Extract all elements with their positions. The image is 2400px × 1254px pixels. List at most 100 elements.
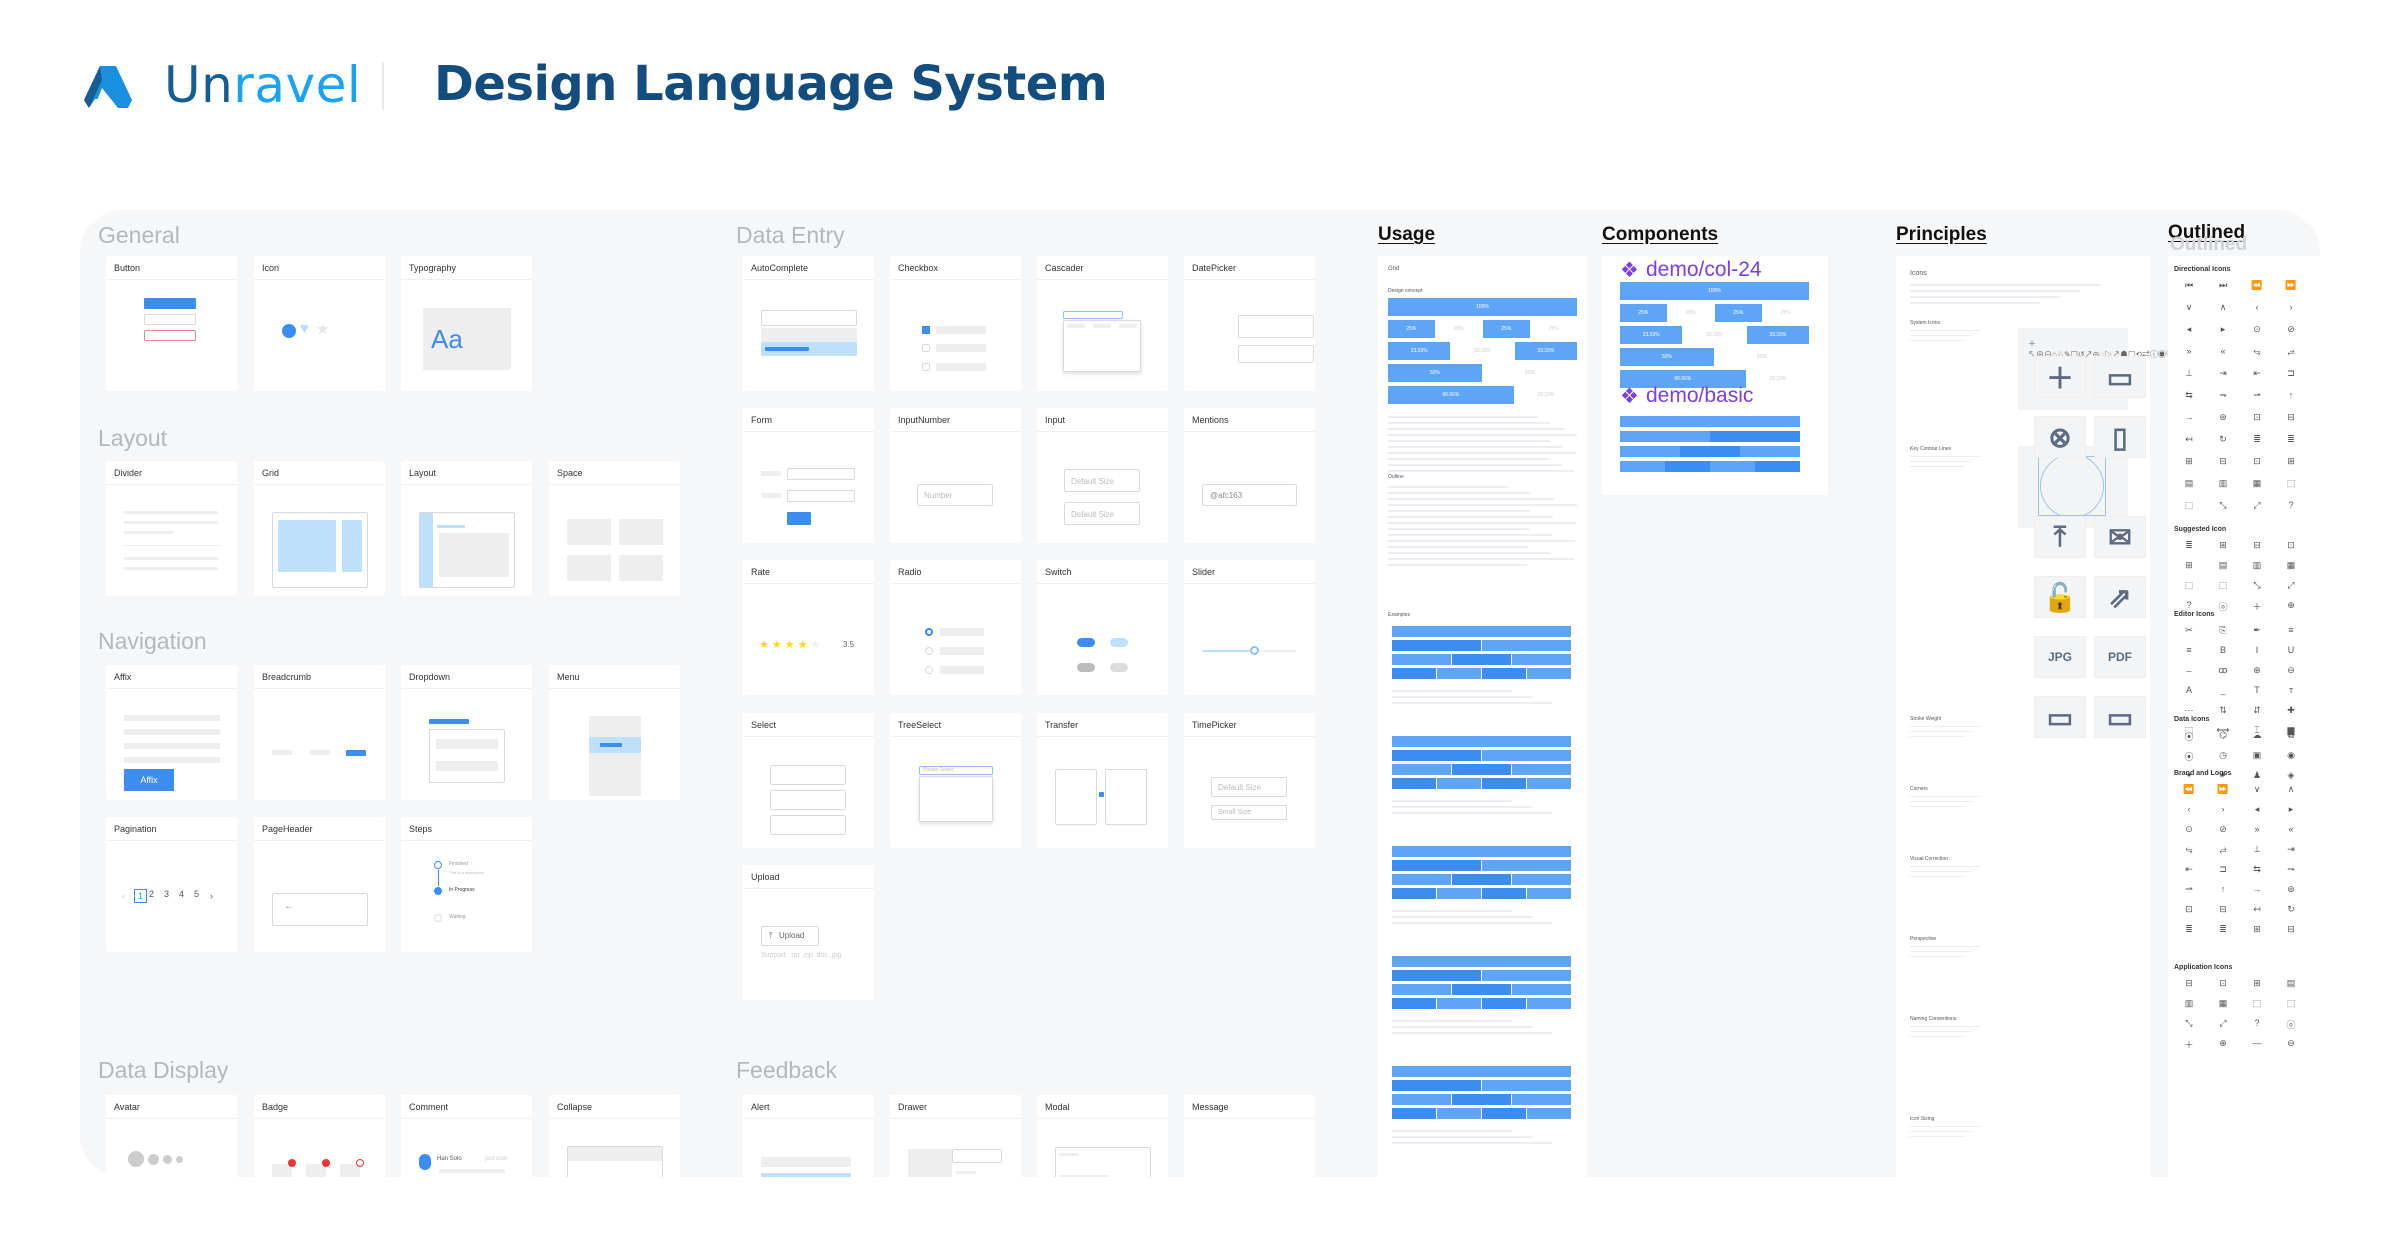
component-card-input[interactable]: Input Default Size Default Size	[1037, 408, 1168, 543]
outlined-icon[interactable]: ↻	[2280, 904, 2302, 918]
outlined-icon[interactable]: ⊟	[2280, 412, 2302, 426]
outlined-icon[interactable]: »	[2178, 346, 2200, 360]
outlined-icon[interactable]: —	[2246, 1038, 2268, 1052]
outlined-icon[interactable]: ✒	[2246, 625, 2268, 639]
outlined-icon[interactable]: ›	[2212, 804, 2234, 818]
component-card-switch[interactable]: Switch	[1037, 560, 1168, 695]
component-card-upload[interactable]: Upload ⤒ Upload Support: .rar .zip .doc .j…	[743, 865, 874, 1000]
outlined-icon[interactable]: ⬚	[2280, 478, 2302, 492]
outlined-icon[interactable]: ⓞ	[2280, 1018, 2302, 1032]
outlined-icon[interactable]: ⊟	[2280, 924, 2302, 938]
outlined-icon[interactable]: ∧	[2280, 784, 2302, 798]
outlined-icon[interactable]: ⥄	[2280, 346, 2302, 360]
outlined-icon[interactable]: ⏪	[2246, 280, 2268, 294]
component-card-message[interactable]: Message	[1184, 1095, 1315, 1177]
outlined-icon[interactable]: ♟	[2246, 770, 2268, 784]
outlined-icon[interactable]: ⊐	[2280, 368, 2302, 382]
outlined-icon[interactable]: ⊥	[2178, 368, 2200, 382]
outlined-icon[interactable]: ✚	[2280, 705, 2302, 719]
outlined-icon[interactable]: ⤢	[2212, 1018, 2234, 1032]
outlined-icon[interactable]: ⊞	[2178, 456, 2200, 470]
outlined-icon[interactable]: »	[2246, 824, 2268, 838]
outlined-icon[interactable]: ▦	[2246, 478, 2268, 492]
outlined-icon[interactable]: ↤	[2178, 434, 2200, 448]
outlined-icon[interactable]: ⊡	[2212, 978, 2234, 992]
outlined-icon[interactable]: I	[2246, 645, 2268, 659]
outlined-icon[interactable]: ∧	[2212, 302, 2234, 316]
outlined-icon[interactable]: ̶	[2178, 665, 2200, 679]
component-card-cascader[interactable]: Cascader	[1037, 256, 1168, 391]
outlined-icon[interactable]: ⦿	[2178, 750, 2200, 764]
component-card-icon[interactable]: Icon ♥ ★	[254, 256, 385, 391]
outlined-icon[interactable]: ▥	[2178, 998, 2200, 1012]
component-card-collapse[interactable]: Collapse	[549, 1095, 680, 1177]
component-card-comment[interactable]: Comment Han Solo just now	[401, 1095, 532, 1177]
outlined-icon[interactable]: ⊙	[2246, 324, 2268, 338]
outlined-icon[interactable]: ◈	[2280, 770, 2302, 784]
outlined-icon[interactable]: ⤢	[2246, 500, 2268, 514]
component-card-pagination[interactable]: Pagination ‹ 1 2 3 4 5 ›	[106, 817, 237, 952]
outlined-icon[interactable]: ⤡	[2212, 500, 2234, 514]
outlined-icon[interactable]: ▤	[2280, 978, 2302, 992]
outlined-icon[interactable]: «	[2212, 346, 2234, 360]
outlined-icon[interactable]: ⇁	[2212, 390, 2234, 404]
outlined-icon[interactable]: ⊞	[2246, 978, 2268, 992]
outlined-icon[interactable]: ⊞	[2212, 540, 2234, 554]
outlined-icon[interactable]: ⥃	[2246, 346, 2268, 360]
outlined-icon[interactable]: ▤	[2178, 478, 2200, 492]
outlined-icon[interactable]: →	[2246, 884, 2268, 898]
component-card-space[interactable]: Space	[549, 461, 680, 596]
outlined-icon[interactable]: ⬚	[2178, 500, 2200, 514]
outlined-icon[interactable]: ≣	[2212, 924, 2234, 938]
outlined-icon[interactable]: ⇀	[2178, 884, 2200, 898]
outlined-icon[interactable]: ⇆	[2246, 864, 2268, 878]
component-card-slider[interactable]: Slider	[1184, 560, 1315, 695]
outlined-icon[interactable]: U	[2280, 645, 2302, 659]
outlined-icon[interactable]: ⬚	[2178, 580, 2200, 594]
principles-tab[interactable]: Principles	[1896, 224, 1987, 246]
outlined-icon[interactable]: ⊞	[2246, 924, 2268, 938]
outlined-icon[interactable]: A	[2178, 685, 2200, 699]
outlined-icon[interactable]: ▣	[2246, 750, 2268, 764]
outlined-icon[interactable]: ◷	[2212, 750, 2234, 764]
outlined-icon[interactable]: ⊡	[2178, 904, 2200, 918]
outlined-icon[interactable]: ⊡	[2246, 412, 2268, 426]
outlined-icon[interactable]: ⬚	[2280, 998, 2302, 1012]
outlined-icon[interactable]: ⏩	[2280, 280, 2302, 294]
outlined-icon[interactable]: ⊕	[2280, 600, 2302, 614]
outlined-icon[interactable]: ⇤	[2178, 864, 2200, 878]
component-card-transfer[interactable]: Transfer	[1037, 713, 1168, 848]
outlined-icon[interactable]: ⧉	[2280, 730, 2302, 744]
component-card-checkbox[interactable]: Checkbox	[890, 256, 1021, 391]
outlined-icon[interactable]: ⊕	[2212, 1038, 2234, 1052]
outlined-icon[interactable]: ∨	[2178, 302, 2200, 316]
component-card-inputnumber[interactable]: InputNumber Number	[890, 408, 1021, 543]
outlined-icon[interactable]: ⦿	[2178, 730, 2200, 744]
outlined-icon[interactable]: ＋	[2246, 600, 2268, 614]
outlined-icon[interactable]: ＋	[2178, 1038, 2200, 1052]
outlined-icon[interactable]: ›	[2280, 302, 2302, 316]
component-card-alert[interactable]: Alert	[743, 1095, 874, 1177]
outlined-icon[interactable]: ≣	[2246, 434, 2268, 448]
outlined-icon[interactable]: ⤡	[2178, 1018, 2200, 1032]
outlined-icon[interactable]: ⇅	[2212, 705, 2234, 719]
outlined-icon[interactable]: ⇀	[2246, 390, 2268, 404]
component-card-typography[interactable]: Typography Aa	[401, 256, 532, 391]
outlined-icon[interactable]: ̲	[2212, 685, 2234, 699]
outlined-icon[interactable]: ⌬	[2212, 730, 2234, 744]
outlined-icon[interactable]: ▸	[2212, 324, 2234, 338]
component-card-menu[interactable]: Menu	[549, 665, 680, 800]
outlined-icon[interactable]: ⊟	[2212, 456, 2234, 470]
outlined-icon[interactable]: ◉	[2280, 750, 2302, 764]
outlined-icon[interactable]: ⇁	[2280, 864, 2302, 878]
component-card-steps[interactable]: Steps Finished This is a description In Pro…	[401, 817, 532, 952]
outlined-icon[interactable]: ⓞ	[2212, 600, 2234, 614]
outlined-icon[interactable]: ⎘	[2212, 625, 2234, 639]
outlined-icon[interactable]: ◂	[2178, 324, 2200, 338]
outlined-icon[interactable]: ⊥	[2246, 844, 2268, 858]
outlined-icon[interactable]: ⊛	[2212, 412, 2234, 426]
component-card-drawer[interactable]: Drawer	[890, 1095, 1021, 1177]
component-card-button[interactable]: Button	[106, 256, 237, 391]
outlined-icon[interactable]: ⊛	[2280, 884, 2302, 898]
demo-col-24-label[interactable]: demo/col-24	[1646, 258, 1762, 282]
